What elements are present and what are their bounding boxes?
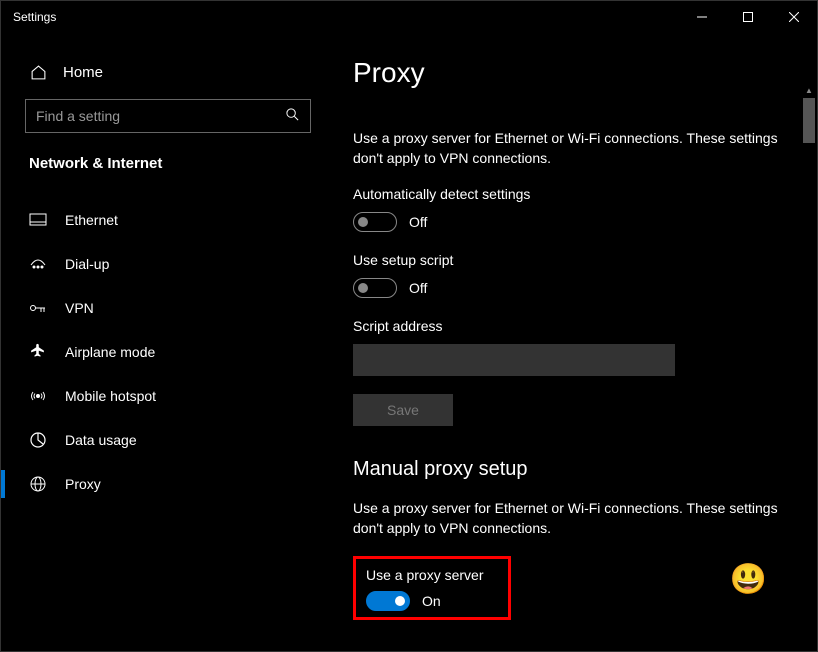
sidebar-item-hotspot[interactable]: Mobile hotspot — [1, 374, 331, 418]
scrollbar-thumb[interactable] — [803, 98, 815, 143]
home-nav[interactable]: Home — [1, 53, 331, 99]
auto-proxy-description: Use a proxy server for Ethernet or Wi-Fi… — [353, 129, 799, 168]
content: Home Network & Internet Ethernet — [1, 33, 817, 651]
decorative-emoji: 😃 — [730, 562, 767, 597]
data-usage-icon — [29, 431, 47, 449]
sidebar-nav: Ethernet Dial-up VPN — [1, 198, 331, 506]
close-button[interactable] — [771, 1, 817, 33]
home-label: Home — [63, 64, 103, 81]
sidebar-item-label: VPN — [65, 300, 94, 316]
page-title: Proxy — [353, 57, 799, 89]
use-proxy-toggle[interactable] — [366, 591, 410, 611]
save-button[interactable]: Save — [353, 394, 453, 426]
minimize-button[interactable] — [679, 1, 725, 33]
script-address-input[interactable] — [353, 344, 675, 376]
window-title: Settings — [13, 10, 679, 24]
manual-proxy-heading: Manual proxy setup — [353, 458, 799, 481]
sidebar-item-dialup[interactable]: Dial-up — [1, 242, 331, 286]
sidebar-item-label: Dial-up — [65, 256, 109, 272]
proxy-icon — [29, 475, 47, 493]
setup-script-toggle[interactable] — [353, 278, 397, 298]
settings-window: Settings Home — [0, 0, 818, 652]
sidebar-item-label: Ethernet — [65, 212, 118, 228]
use-proxy-state: On — [422, 593, 441, 609]
ethernet-icon — [29, 211, 47, 229]
sidebar: Home Network & Internet Ethernet — [1, 33, 331, 651]
scrollbar-up-icon[interactable]: ▲ — [801, 82, 817, 98]
use-proxy-toggle-row: On — [366, 591, 498, 611]
main-panel: Proxy Use a proxy server for Ethernet or… — [331, 33, 817, 651]
sidebar-item-vpn[interactable]: VPN — [1, 286, 331, 330]
highlight-annotation: Use a proxy server On — [353, 556, 511, 620]
script-address-label: Script address — [353, 318, 799, 334]
sidebar-item-airplane[interactable]: Airplane mode — [1, 330, 331, 374]
scrollbar[interactable]: ▲ — [801, 98, 817, 651]
sidebar-item-label: Airplane mode — [65, 344, 155, 360]
auto-detect-state: Off — [409, 214, 427, 230]
setup-script-state: Off — [409, 280, 427, 296]
sidebar-section-heading: Network & Internet — [1, 155, 331, 198]
vpn-icon — [29, 299, 47, 317]
sidebar-item-datausage[interactable]: Data usage — [1, 418, 331, 462]
use-proxy-label: Use a proxy server — [366, 567, 498, 583]
search-input[interactable] — [36, 108, 285, 124]
setup-script-label: Use setup script — [353, 252, 799, 268]
window-controls — [679, 1, 817, 33]
titlebar: Settings — [1, 1, 817, 33]
maximize-button[interactable] — [725, 1, 771, 33]
auto-detect-toggle[interactable] — [353, 212, 397, 232]
sidebar-item-ethernet[interactable]: Ethernet — [1, 198, 331, 242]
sidebar-item-proxy[interactable]: Proxy — [1, 462, 331, 506]
dialup-icon — [29, 255, 47, 273]
sidebar-item-label: Data usage — [65, 432, 137, 448]
airplane-icon — [29, 343, 47, 361]
setup-script-toggle-row: Off — [353, 278, 799, 298]
auto-detect-toggle-row: Off — [353, 212, 799, 232]
manual-proxy-description: Use a proxy server for Ethernet or Wi-Fi… — [353, 499, 799, 538]
sidebar-item-label: Proxy — [65, 476, 101, 492]
search-box[interactable] — [25, 99, 311, 133]
search-icon — [285, 107, 300, 125]
home-icon — [29, 63, 47, 81]
sidebar-item-label: Mobile hotspot — [65, 388, 156, 404]
hotspot-icon — [29, 387, 47, 405]
auto-detect-label: Automatically detect settings — [353, 186, 799, 202]
